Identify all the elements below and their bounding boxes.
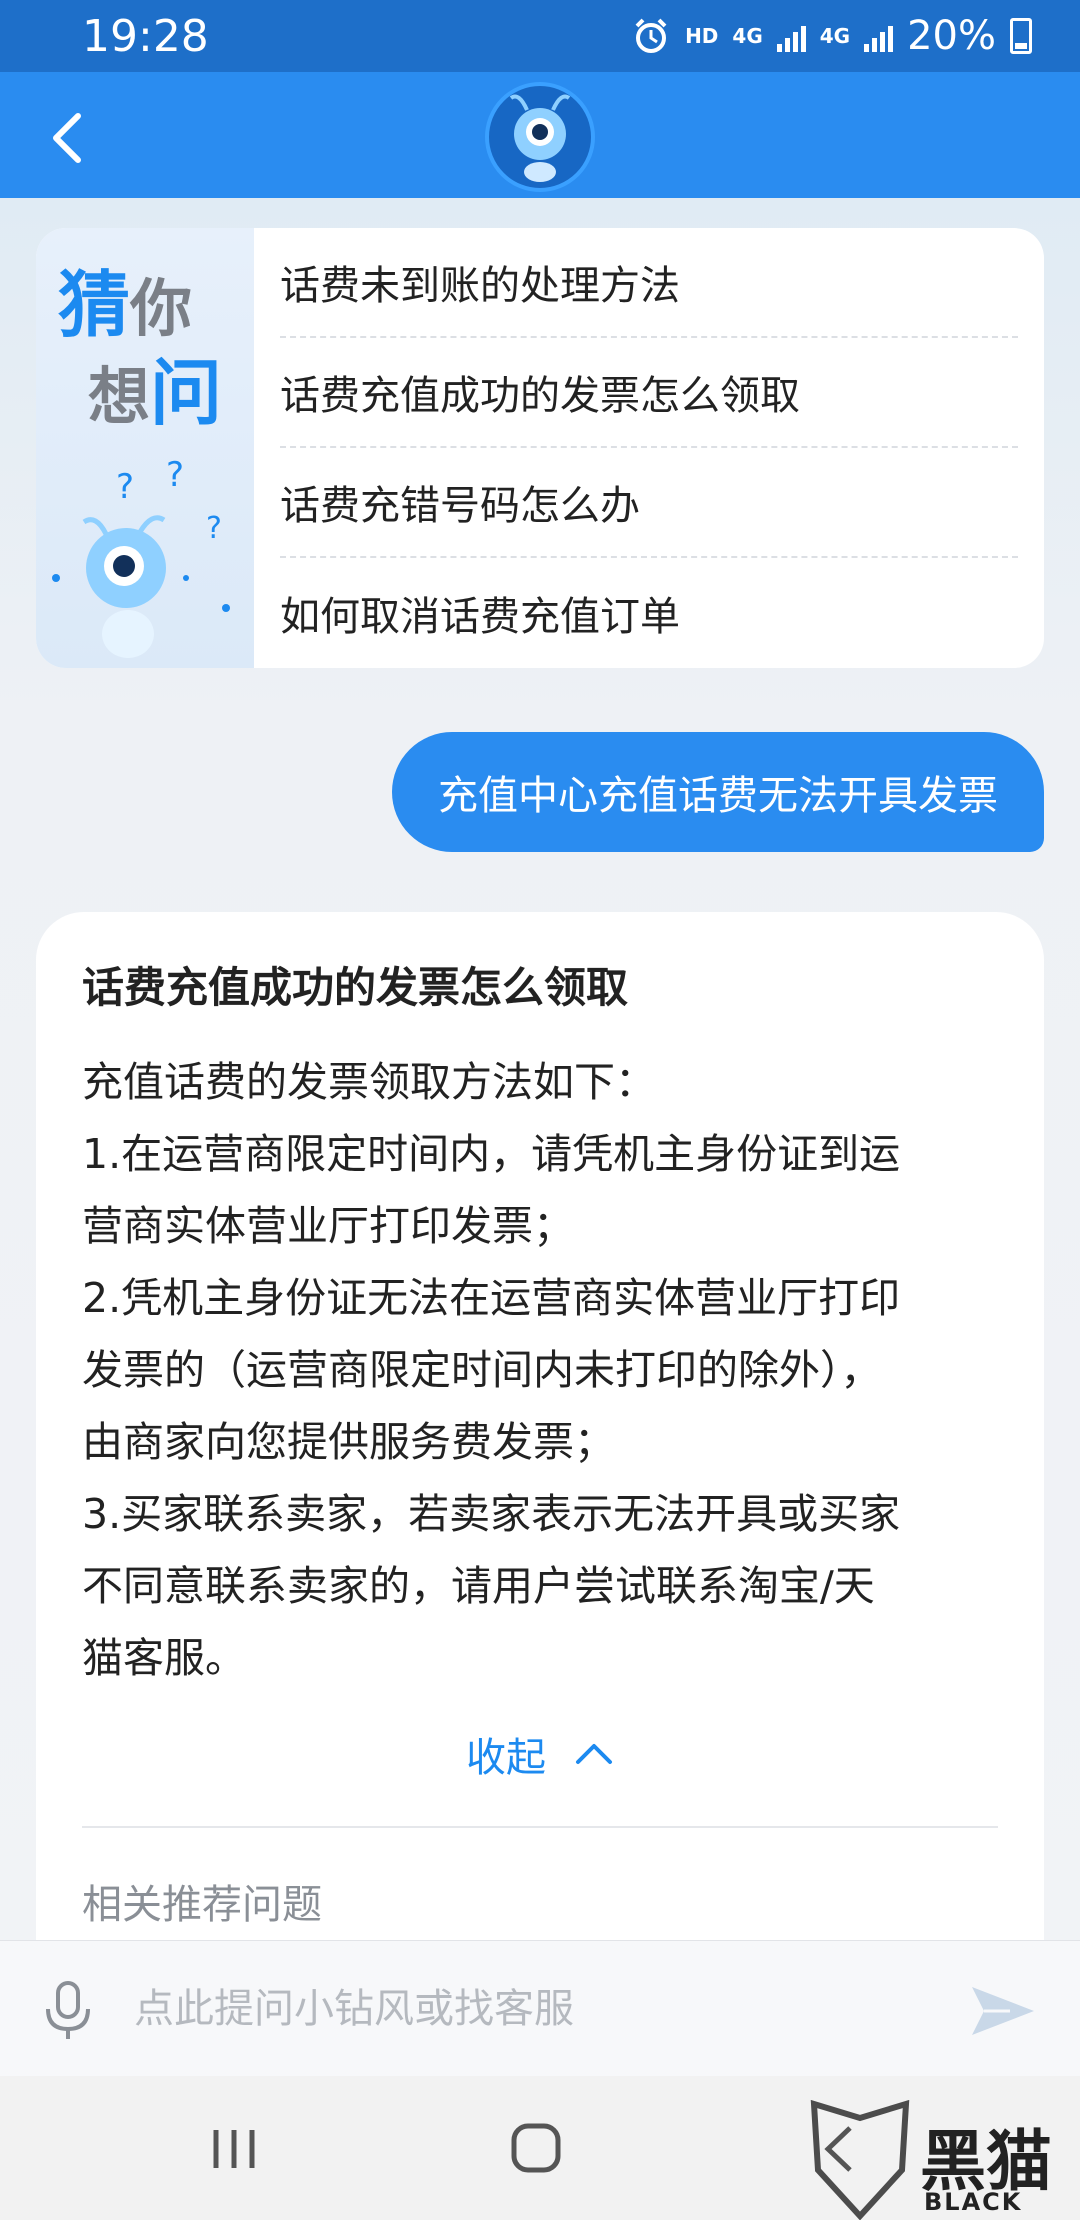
- svg-text:?: ?: [206, 511, 222, 546]
- watermark-subtext: BLACK CAT: [924, 2188, 1023, 2220]
- network-label-1: 4G: [732, 24, 763, 48]
- answer-line: 发票的（运营商限定时间内未打印的除外），: [82, 1346, 882, 1394]
- signal-icon: [776, 20, 806, 52]
- user-message-bubble: 充值中心充值话费无法开具发票: [392, 732, 1044, 852]
- signal-icon-2: [864, 20, 894, 52]
- answer-line: 不同意联系卖家的，请用户尝试联系淘宝/天: [82, 1562, 875, 1610]
- answer-line: 1.在运营商限定时间内，请凭机主身份证到运: [82, 1130, 901, 1178]
- collapse-button[interactable]: 收起: [82, 1714, 998, 1794]
- battery-icon: [1010, 18, 1032, 54]
- answer-body: 充值话费的发票领取方法如下： 1.在运营商限定时间内，请凭机主身份证到运 营商实…: [82, 1046, 998, 1694]
- question-input[interactable]: [134, 1973, 934, 2045]
- nav-bar: [0, 72, 1080, 198]
- chevron-left-icon[interactable]: [40, 108, 100, 168]
- microphone-icon[interactable]: [40, 1979, 96, 2043]
- status-icons: HD 4G 4G 20%: [631, 13, 1032, 59]
- svg-text:?: ?: [166, 458, 184, 495]
- suggested-question-item[interactable]: 话费充错号码怎么办: [280, 448, 1018, 558]
- hd-label: HD: [685, 24, 719, 48]
- answer-line: 营商实体营业厅打印发票；: [82, 1202, 574, 1250]
- suggested-questions-list: 话费未到账的处理方法 话费充值成功的发票怎么领取 话费充错号码怎么办 如何取消话…: [254, 228, 1044, 668]
- related-questions-title: 相关推荐问题: [82, 1882, 322, 1928]
- suggested-question-item[interactable]: 话费未到账的处理方法: [280, 228, 1018, 338]
- network-label-2: 4G: [819, 24, 851, 48]
- answer-title: 话费充值成功的发票怎么领取: [82, 963, 629, 1012]
- answer-line: 充值话费的发票领取方法如下：: [82, 1058, 656, 1106]
- answer-card: 话费充值成功的发票怎么领取 充值话费的发票领取方法如下： 1.在运营商限定时间内…: [36, 912, 1044, 1952]
- answer-line: 由商家向您提供服务费发票；: [82, 1418, 615, 1466]
- alarm-icon: [635, 18, 667, 53]
- suggested-questions-banner: 猜你 想问 ? ? ?: [36, 228, 254, 668]
- battery-percent: 20%: [907, 13, 996, 59]
- answer-line: 2.凭机主身份证无法在运营商实体营业厅打印: [82, 1274, 901, 1322]
- status-bar: 19:28 HD 4G 4G 20%: [0, 0, 1080, 72]
- recent-apps-icon[interactable]: [210, 2126, 258, 2172]
- answer-line: 3.买家联系卖家，若卖家表示无法开具或买家: [82, 1490, 901, 1538]
- collapse-label: 收起: [466, 1735, 546, 1781]
- suggested-question-item[interactable]: 如何取消话费充值订单: [280, 558, 1018, 668]
- ant-mascot-icon: [485, 82, 595, 192]
- status-time: 19:28: [82, 10, 209, 62]
- home-icon[interactable]: [510, 2122, 562, 2174]
- send-icon[interactable]: [970, 1983, 1036, 2039]
- suggested-question-item[interactable]: 话费充值成功的发票怎么领取: [280, 338, 1018, 448]
- suggested-questions-card: 猜你 想问 ? ? ? 话费未到账的处理方法 话费充值成功的发票怎么领取 话费充…: [36, 228, 1044, 668]
- ant-mascot-icon: ? ? ?: [52, 458, 230, 658]
- chevron-up-icon: [576, 1744, 612, 1764]
- answer-line: 猫客服。: [82, 1634, 246, 1682]
- svg-text:?: ?: [116, 467, 134, 507]
- input-bar: [0, 1940, 1080, 2076]
- divider: [82, 1826, 998, 1828]
- banner-title-line2: 想问: [88, 351, 223, 435]
